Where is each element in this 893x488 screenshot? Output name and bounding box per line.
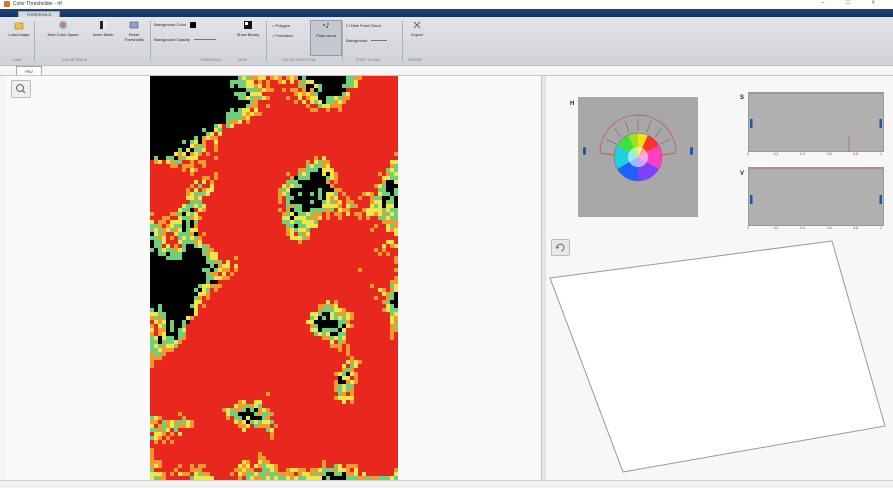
- value-plot: [749, 168, 883, 225]
- divider: [342, 21, 343, 61]
- background-slider-control[interactable]: Background: [346, 38, 398, 43]
- window-controls[interactable]: – □ ×: [821, 0, 885, 6]
- background-color-label: Background Color: [154, 22, 186, 27]
- background-opacity-label: Background Opacity: [154, 37, 190, 42]
- export-label: Export: [411, 32, 423, 37]
- saturation-tick-label: 0.2: [774, 152, 779, 156]
- reset-thresholds-icon: [129, 20, 139, 30]
- polygon-label: Polygon: [276, 23, 290, 28]
- title-bar: Color Thresholder - rtf – □ ×: [0, 0, 893, 9]
- reset-thresholds-label: Reset Thresholds: [124, 32, 144, 42]
- magnifier-icon: [12, 81, 30, 97]
- section-load: LOAD: [12, 58, 22, 62]
- load-image-button[interactable]: Load Image: [8, 20, 30, 37]
- section-export: EXPORT: [408, 58, 422, 62]
- mask-texture: [150, 76, 398, 480]
- value-tick-label: 0.8: [853, 226, 858, 230]
- show-binary-button[interactable]: Show Binary: [232, 20, 264, 37]
- load-image-label: Load Image: [8, 32, 29, 37]
- section-view: VIEW: [238, 58, 247, 62]
- hide-point-cloud-option[interactable]: ☐ Hide Point Cloud: [346, 23, 396, 28]
- hue-control[interactable]: [578, 97, 698, 217]
- invert-mask-button[interactable]: Invert Mask: [90, 20, 116, 37]
- toolstrip: Load Image New Color Space Invert Mask R…: [0, 17, 893, 66]
- value-tick-label: 0.2: [774, 226, 779, 230]
- background-label: Background: [346, 38, 367, 43]
- background-slider[interactable]: [371, 40, 387, 41]
- show-binary-label: Show Binary: [237, 32, 259, 37]
- mask-canvas: [150, 76, 398, 480]
- tab-band: [0, 9, 893, 17]
- background-color-swatch[interactable]: [190, 22, 196, 28]
- freehand-option[interactable]: ○ Freehand: [272, 33, 308, 38]
- close-button[interactable]: ×: [871, 0, 885, 6]
- point-cloud-view[interactable]: [545, 236, 891, 476]
- hue-wheel: [578, 97, 698, 217]
- hide-point-cloud-label: Hide Point Cloud: [351, 23, 381, 28]
- zoom-button[interactable]: [11, 80, 31, 98]
- minimize-button[interactable]: –: [821, 0, 834, 6]
- value-tick-label: 0.4: [800, 226, 805, 230]
- background-color-control[interactable]: Background Color: [154, 22, 214, 28]
- new-color-space-icon: [58, 20, 68, 30]
- saturation-tick-label: 0.4: [800, 152, 805, 156]
- point-cloud-icon: [321, 21, 331, 31]
- hue-handle-right[interactable]: [690, 147, 693, 155]
- invert-mask-label: Invert Mask: [93, 32, 114, 37]
- s-label: S: [740, 95, 744, 101]
- point-cloud-plane: [550, 241, 885, 472]
- divider: [266, 21, 267, 61]
- load-image-icon: [14, 20, 24, 30]
- value-tick-label: 0.6: [827, 226, 832, 230]
- background-opacity-control[interactable]: Background Opacity: [154, 37, 224, 42]
- saturation-tick-label: 0.6: [827, 152, 832, 156]
- new-color-space-label: New Color Space: [47, 32, 78, 37]
- saturation-histogram[interactable]: [748, 92, 884, 152]
- value-min-handle[interactable]: [750, 195, 753, 204]
- h-label: H: [570, 101, 574, 107]
- thresholded-image[interactable]: [150, 76, 398, 480]
- value-tick-label: 0: [747, 226, 749, 230]
- point-cloud-label: Point cloud: [316, 33, 336, 38]
- freehand-label: Freehand: [276, 33, 293, 38]
- value-histogram[interactable]: [748, 167, 884, 226]
- saturation-max-handle[interactable]: [880, 119, 883, 128]
- v-label: V: [740, 171, 744, 177]
- matlab-logo-icon: [4, 1, 10, 7]
- section-threshold: THRESHOLD: [200, 58, 222, 62]
- divider: [34, 21, 35, 61]
- export-icon: [412, 20, 422, 30]
- new-color-space-button[interactable]: New Color Space: [42, 20, 84, 37]
- divider: [150, 21, 151, 61]
- invert-mask-icon: [98, 20, 108, 30]
- window-title: Color Thresholder - rtf: [13, 1, 62, 7]
- saturation-tick-label: 1: [880, 152, 882, 156]
- section-point-cloud: POINT CLOUD: [356, 58, 380, 62]
- export-button[interactable]: Export: [406, 20, 428, 37]
- divider: [402, 21, 403, 61]
- polygon-option[interactable]: ○ Polygon: [272, 23, 308, 28]
- saturation-tick-label: 0: [747, 152, 749, 156]
- point-cloud-button[interactable]: Point cloud: [310, 20, 342, 56]
- value-max-handle[interactable]: [880, 195, 883, 204]
- reset-thresholds-button[interactable]: Reset Thresholds: [120, 20, 148, 42]
- section-color-space: COLOR SPACE: [62, 58, 87, 62]
- value-tick-label: 1: [880, 226, 882, 230]
- opacity-slider[interactable]: [194, 39, 216, 40]
- saturation-plot: [749, 93, 883, 151]
- saturation-tick-label: 0.8: [853, 152, 858, 156]
- saturation-min-handle[interactable]: [750, 119, 753, 128]
- show-binary-icon: [243, 20, 253, 30]
- maximize-button[interactable]: □: [846, 0, 860, 6]
- hue-handle-left[interactable]: [583, 147, 586, 155]
- section-color-selection: COLOR SELECTION: [282, 58, 315, 62]
